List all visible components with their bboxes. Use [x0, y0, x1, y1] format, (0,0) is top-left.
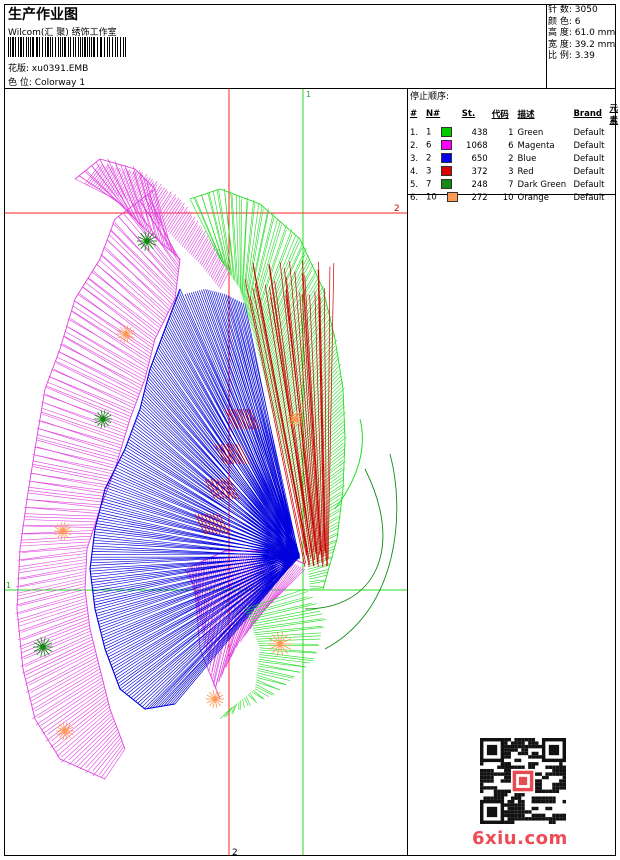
row-description: Magenta [517, 140, 555, 151]
row-needle: 7 [424, 178, 460, 191]
row-element [607, 191, 620, 204]
row-code: 7 [508, 179, 514, 190]
row-needle: 10 [424, 191, 460, 204]
colorway-label: 色 位: [8, 78, 32, 88]
needle-number: 2 [425, 153, 432, 164]
row-needle: 1 [424, 126, 460, 139]
row-element [607, 126, 620, 139]
table-row: 6. 10 272 10 Orange Default [408, 191, 620, 204]
row-description: Orange [517, 192, 549, 203]
color-swatch [446, 192, 458, 203]
row-description: Green [517, 127, 544, 138]
row-code: 3 [508, 166, 514, 177]
row-brand: Default [573, 166, 605, 177]
row-element [607, 165, 620, 178]
row-stitches: 248 [471, 179, 488, 190]
row-stitches: 372 [471, 166, 488, 177]
guide-label-h-green: 1 [6, 581, 11, 590]
guide-label-h-red: 2 [394, 204, 400, 214]
stat-width: 宽 度: 39.2 mm [548, 39, 616, 50]
col-description: 描述 [517, 110, 535, 120]
row-element [607, 178, 620, 191]
stop-sequence-table: # N# St. 代码 描述 Brand 元素 1. 1 438 1 Green Defa… [408, 102, 620, 204]
colorway-row: 色 位: Colorway 1 [8, 75, 85, 88]
col-stitches: St. [461, 109, 476, 119]
guide-label-v-green: 1 [306, 90, 311, 99]
row-stitches: 438 [471, 127, 488, 138]
color-swatch [441, 153, 453, 164]
row-index: 1. [410, 127, 419, 138]
table-row: 4. 3 372 3 Red Default [408, 165, 620, 178]
row-brand: Default [573, 153, 605, 164]
colorway-value: Colorway 1 [34, 78, 86, 88]
color-swatch [441, 179, 453, 190]
design-file-row: 花版: xu0391.EMB [8, 61, 88, 74]
stitch-strokes [15, 158, 398, 780]
table-header-row: # N# St. 代码 描述 Brand 元素 [408, 102, 620, 126]
row-index: 5. [410, 179, 419, 190]
row-stitches: 272 [471, 192, 488, 203]
stat-height: 高 度: 61.0 mm [548, 28, 616, 38]
row-brand: Default [573, 179, 605, 190]
table-row: 3. 2 650 2 Blue Default [408, 152, 620, 165]
design-stats: 针 数: 3050 颜 色: 6 高 度: 61.0 mm 宽 度: 39.2 … [548, 5, 615, 63]
row-description: Blue [517, 153, 537, 164]
row-description: Red [517, 166, 534, 177]
row-needle: 6 [424, 139, 460, 152]
row-index: 2. [410, 140, 419, 151]
stat-colors: 颜 色: 6 [548, 16, 581, 27]
row-description: Dark Green [517, 179, 567, 190]
embroidery-design: 1 2 1 2 [5, 89, 407, 855]
header-divider-vertical [546, 4, 547, 88]
qr-code [480, 738, 566, 824]
stat-scale: 比 例: 3.39 [548, 51, 595, 61]
col-brand: Brand [573, 109, 602, 119]
row-code: 10 [502, 192, 514, 203]
color-swatch [441, 166, 453, 177]
col-needle: N# [425, 109, 441, 119]
design-filename: xu0391.EMB [31, 64, 89, 74]
row-code: 2 [508, 153, 514, 164]
needle-number: 10 [425, 192, 437, 203]
barcode [8, 37, 126, 57]
table-row: 2. 6 1068 6 Magenta Default [408, 139, 620, 152]
needle-number: 7 [425, 179, 432, 190]
color-swatch [441, 127, 453, 138]
row-code: 6 [508, 140, 514, 151]
watermark: 6xiu.com [472, 828, 568, 849]
stat-stitches: 针 数: 3050 [548, 5, 598, 15]
needle-number: 1 [425, 127, 432, 138]
needle-number: 6 [425, 140, 432, 151]
row-brand: Default [573, 192, 605, 203]
row-brand: Default [573, 127, 605, 138]
row-element [607, 152, 620, 165]
row-element [607, 139, 620, 152]
row-index: 6. [410, 192, 419, 203]
row-needle: 2 [424, 152, 460, 165]
row-stitches: 1068 [466, 140, 488, 151]
row-needle: 3 [424, 165, 460, 178]
needle-number: 3 [425, 166, 432, 177]
table-row: 1. 1 438 1 Green Default [408, 126, 620, 139]
row-brand: Default [573, 140, 605, 151]
row-code: 1 [508, 127, 514, 138]
color-swatch [441, 140, 453, 151]
row-stitches: 650 [471, 153, 488, 164]
col-code: 代码 [491, 110, 509, 120]
guide-label-v-red: 2 [232, 848, 238, 855]
page-title: 生产作业图 [8, 7, 78, 23]
row-index: 3. [410, 153, 419, 164]
col-index: # [410, 109, 418, 119]
design-label: 花版: [8, 64, 30, 74]
table-row: 5. 7 248 7 Dark Green Default [408, 178, 620, 191]
stop-sequence-title: 停止顺序: [410, 92, 450, 102]
col-element: 元素 [609, 104, 618, 126]
row-index: 4. [410, 166, 419, 177]
